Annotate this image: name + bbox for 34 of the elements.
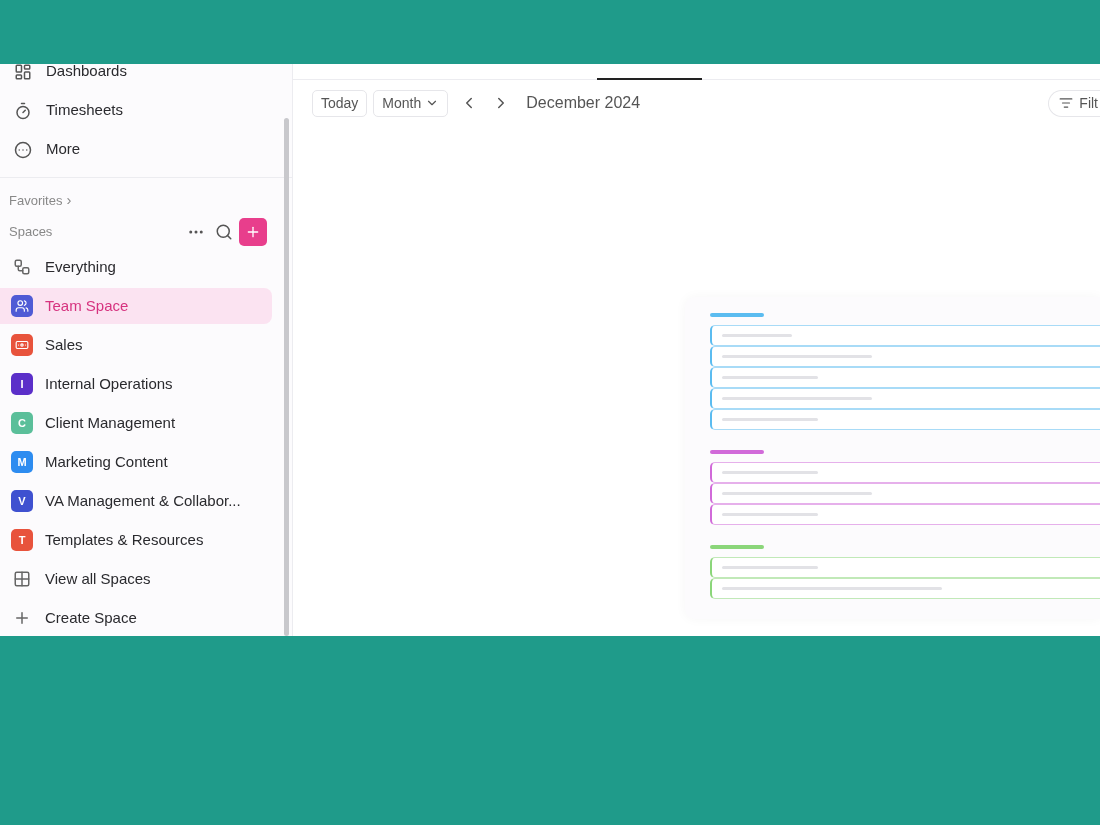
filter-icon: [1059, 96, 1074, 110]
space-avatar: V: [11, 490, 33, 512]
period-title: December 2024: [526, 93, 641, 113]
nav-item[interactable]: More: [0, 130, 292, 169]
space-avatar: C: [11, 412, 33, 434]
space-item[interactable]: Sales: [0, 327, 272, 363]
grid-icon: [13, 570, 31, 588]
network-icon: [13, 258, 31, 276]
view-dropdown[interactable]: Month: [373, 89, 449, 117]
space-item[interactable]: View all Spaces: [0, 561, 272, 597]
space-item[interactable]: Create Space: [0, 600, 272, 636]
plus-icon: [13, 609, 31, 627]
space-item[interactable]: T Templates & Resources: [0, 522, 272, 558]
space-avatar: T: [11, 529, 33, 551]
favorites-label[interactable]: Favorites: [9, 190, 63, 210]
space-item[interactable]: Everything: [0, 249, 272, 285]
add-space-button[interactable]: [239, 217, 267, 246]
more-icon: [14, 140, 32, 159]
space-avatar: M: [11, 451, 33, 473]
today-button[interactable]: Today: [312, 89, 368, 117]
space-item[interactable]: C Client Management: [0, 405, 272, 441]
nav-item[interactable]: Timesheets: [0, 91, 292, 130]
space-item[interactable]: I Internal Operations: [0, 366, 272, 402]
space-item[interactable]: V VA Management & Collabor...: [0, 483, 272, 519]
spaces-label: Spaces: [9, 222, 54, 241]
nav-item[interactable]: Dashboards: [0, 64, 292, 91]
stopwatch-icon: [14, 101, 32, 120]
scrollbar[interactable]: [284, 118, 289, 636]
space-avatar: I: [11, 373, 33, 395]
chevron-icon: ›: [66, 189, 72, 212]
search-icon[interactable]: [215, 222, 233, 241]
space-item[interactable]: Team Space: [0, 288, 272, 324]
dashboard-icon: [14, 64, 32, 81]
space-item[interactable]: M Marketing Content: [0, 444, 272, 480]
